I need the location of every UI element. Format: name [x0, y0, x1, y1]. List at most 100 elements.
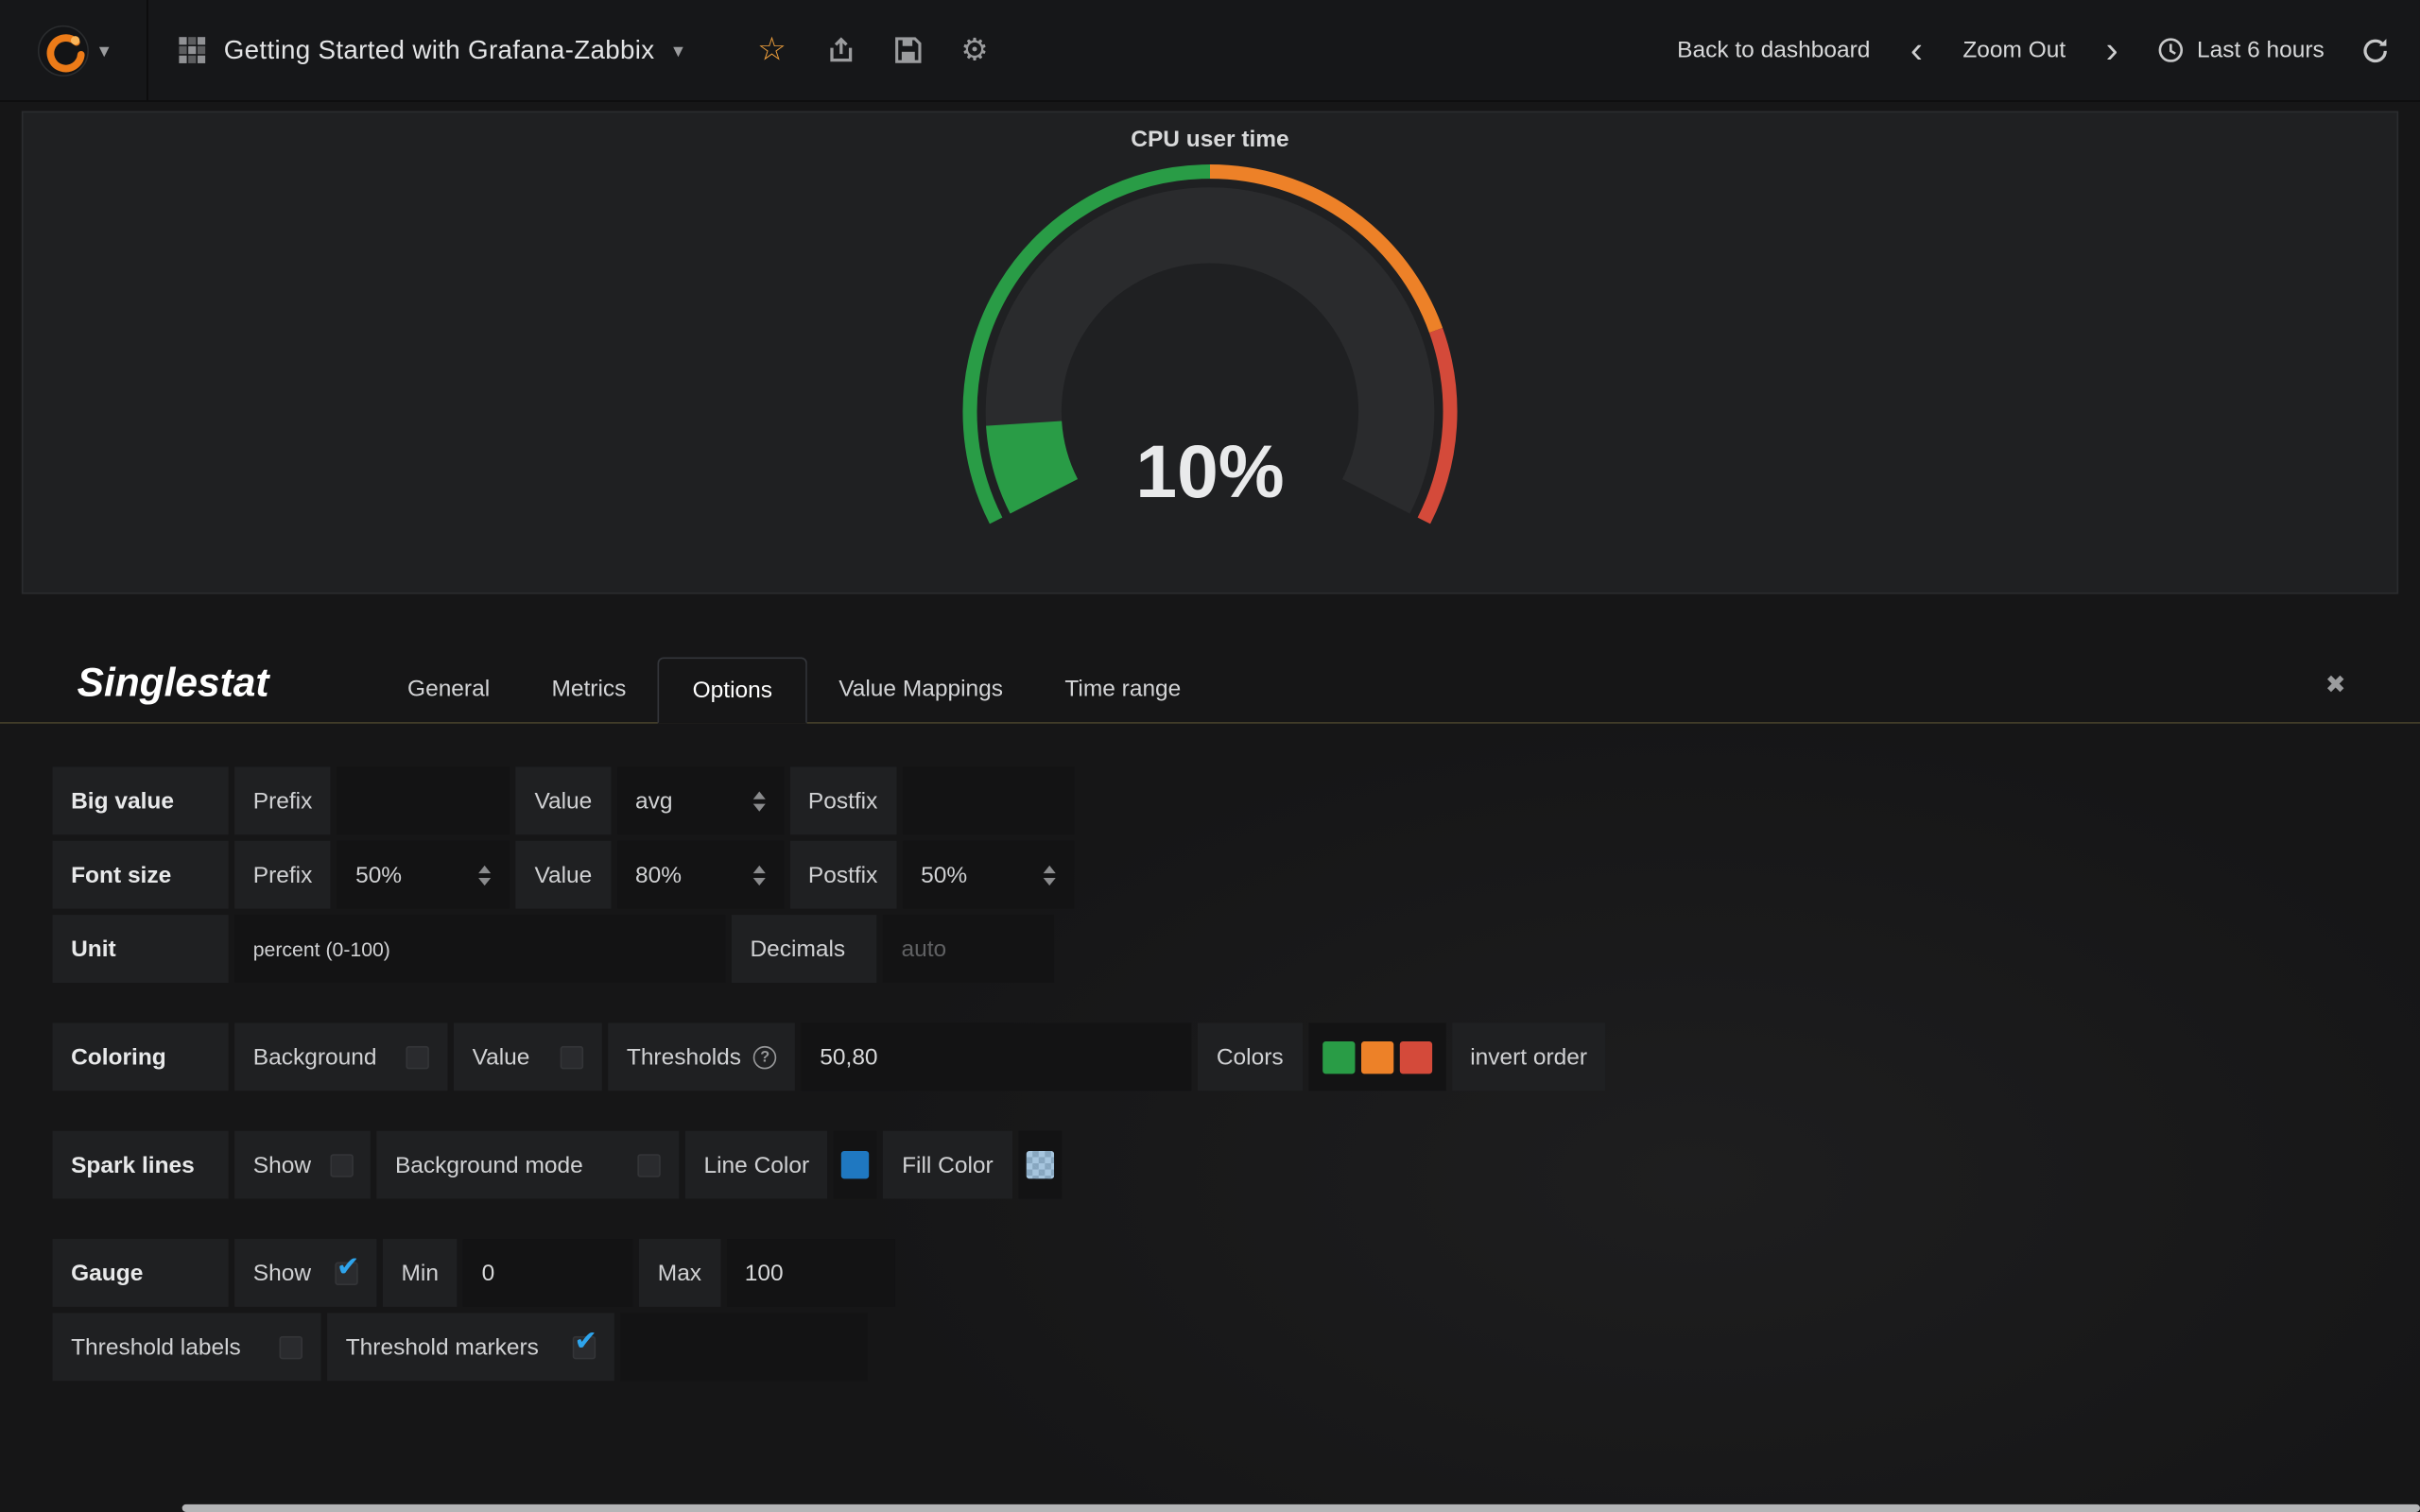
threshold-color-3-swatch[interactable] [1399, 1040, 1431, 1073]
caret-down-icon [99, 36, 110, 63]
big-value-postfix-input[interactable] [902, 766, 1073, 834]
coloring-value-checkbox[interactable] [561, 1045, 583, 1068]
clock-icon [2158, 37, 2185, 63]
dashboard-grid-icon [179, 37, 205, 63]
grafana-logo-menu[interactable] [0, 0, 148, 100]
threshold-color-2-swatch[interactable] [1360, 1040, 1392, 1073]
thresholds-label: Thresholds [627, 1043, 741, 1070]
grafana-logo-icon [38, 24, 91, 77]
gauge-show-label: Show [253, 1260, 311, 1286]
font-size-postfix-select[interactable]: 50% [902, 841, 1073, 909]
panel-editor: Singlestat General Metrics Options Value… [0, 656, 2420, 1381]
gauge-max-value: 100 [745, 1260, 784, 1286]
tab-general[interactable]: General [376, 656, 520, 722]
font-size-postfix-value: 50% [921, 862, 967, 888]
unit-label: Unit [53, 915, 229, 983]
threshold-markers-option: Threshold markers [327, 1313, 614, 1381]
gauge-chart: 10% [23, 153, 2396, 593]
panel-cpu-user-time: CPU user time 10% [22, 112, 2398, 594]
select-arrows-icon [1043, 865, 1055, 885]
spark-background-mode-checkbox[interactable] [637, 1153, 660, 1176]
gauge-min-input[interactable]: 0 [463, 1239, 633, 1307]
tab-time-range[interactable]: Time range [1034, 656, 1212, 722]
font-size-prefix-select[interactable]: 50% [337, 841, 510, 909]
coloring-group: Coloring Background Value Thresholds 50,… [53, 1022, 2420, 1091]
font-size-label: Font size [53, 841, 229, 909]
tab-metrics[interactable]: Metrics [521, 656, 657, 722]
threshold-color-1-swatch[interactable] [1322, 1040, 1354, 1073]
coloring-label: Coloring [53, 1022, 229, 1091]
spark-lines-row: Spark lines Show Background mode Line Co… [53, 1131, 2420, 1199]
navbar-spacer [989, 0, 1678, 100]
save-icon[interactable] [894, 37, 921, 63]
zoom-out-button[interactable]: Zoom Out [1962, 37, 2066, 63]
select-arrows-icon [752, 865, 765, 885]
dashboard-actions [717, 0, 989, 100]
font-size-value-value: 80% [635, 862, 682, 888]
spark-lines-group: Spark lines Show Background mode Line Co… [53, 1131, 2420, 1199]
gauge-show-checkbox[interactable] [335, 1262, 357, 1284]
big-value-postfix-label: Postfix [789, 766, 896, 834]
thresholds-label-cell: Thresholds [608, 1022, 795, 1091]
gauge-max-input[interactable]: 100 [726, 1239, 894, 1307]
coloring-background-label: Background [253, 1043, 377, 1070]
unit-picker[interactable]: percent (0-100) [234, 915, 725, 983]
threshold-markers-label: Threshold markers [346, 1333, 539, 1360]
coloring-row: Coloring Background Value Thresholds 50,… [53, 1022, 2420, 1091]
font-size-row: Font size Prefix 50% Value 80% Postfix 5… [53, 841, 2420, 909]
tab-value-mappings[interactable]: Value Mappings [808, 656, 1034, 722]
navbar-right: Back to dashboard Zoom Out Last 6 hours [1677, 0, 2420, 100]
navbar: Getting Started with Grafana-Zabbix [0, 0, 2420, 102]
refresh-icon[interactable] [2361, 36, 2389, 63]
share-icon[interactable] [826, 37, 854, 63]
grafana-app: Getting Started with Grafana-Zabbix [0, 0, 2420, 1512]
threshold-labels-checkbox[interactable] [280, 1335, 302, 1358]
spark-show-label: Show [253, 1152, 311, 1178]
fill-color-swatch[interactable] [1026, 1151, 1053, 1178]
big-value-value-label: Value [516, 766, 611, 834]
threshold-labels-label: Threshold labels [71, 1333, 241, 1360]
close-editor-icon[interactable] [2325, 670, 2346, 701]
spark-lines-label: Spark lines [53, 1131, 229, 1199]
thresholds-input[interactable]: 50,80 [802, 1022, 1192, 1091]
decimals-label: Decimals [732, 915, 876, 983]
gauge-group: Gauge Show Min 0 Max 100 Threshold label… [53, 1239, 2420, 1381]
font-size-prefix-value: 50% [355, 862, 402, 888]
tab-options[interactable]: Options [657, 658, 808, 724]
gauge-row: Gauge Show Min 0 Max 100 [53, 1239, 2420, 1307]
star-icon[interactable] [757, 31, 786, 70]
gear-icon[interactable] [960, 31, 988, 70]
spark-background-mode-label: Background mode [395, 1152, 583, 1178]
stat-select-value: avg [635, 787, 672, 814]
help-circle-icon[interactable] [753, 1045, 776, 1068]
horizontal-scrollbar[interactable] [182, 1504, 2420, 1512]
decimals-input[interactable]: auto [883, 915, 1054, 983]
editor-tabs: General Metrics Options Value Mappings T… [376, 656, 1212, 722]
big-value-label: Big value [53, 766, 229, 834]
gauge-max-label: Max [639, 1239, 719, 1307]
dashboard-title: Getting Started with Grafana-Zabbix [224, 35, 655, 66]
coloring-background-checkbox[interactable] [406, 1045, 428, 1068]
line-color-label: Line Color [685, 1131, 828, 1199]
line-color-swatch[interactable] [841, 1151, 869, 1178]
big-value-prefix-input[interactable] [337, 766, 510, 834]
colors-label: Colors [1198, 1022, 1302, 1091]
gauge-value-arc [1024, 423, 1044, 496]
threshold-markers-checkbox[interactable] [573, 1335, 596, 1358]
back-to-dashboard-link[interactable]: Back to dashboard [1677, 37, 1870, 63]
big-value-row: Big value Prefix Value avg Postfix [53, 766, 2420, 834]
dashboard-title-button[interactable]: Getting Started with Grafana-Zabbix [148, 0, 717, 100]
coloring-background-option: Background [234, 1022, 447, 1091]
gauge-svg: 10% [878, 162, 1542, 550]
font-size-value-select[interactable]: 80% [616, 841, 783, 909]
threshold-labels-option: Threshold labels [53, 1313, 321, 1381]
gauge-min-value: 0 [482, 1260, 495, 1286]
panel-title[interactable]: CPU user time [23, 112, 2396, 152]
spark-show-checkbox[interactable] [330, 1153, 353, 1176]
time-range-picker[interactable]: Last 6 hours [2158, 37, 2325, 63]
big-value-stat-select[interactable]: avg [616, 766, 783, 834]
line-color-cell [834, 1131, 877, 1199]
invert-order-button[interactable]: invert order [1452, 1022, 1606, 1091]
select-arrows-icon [752, 791, 765, 811]
panel-type-title: Singlestat [78, 659, 353, 707]
